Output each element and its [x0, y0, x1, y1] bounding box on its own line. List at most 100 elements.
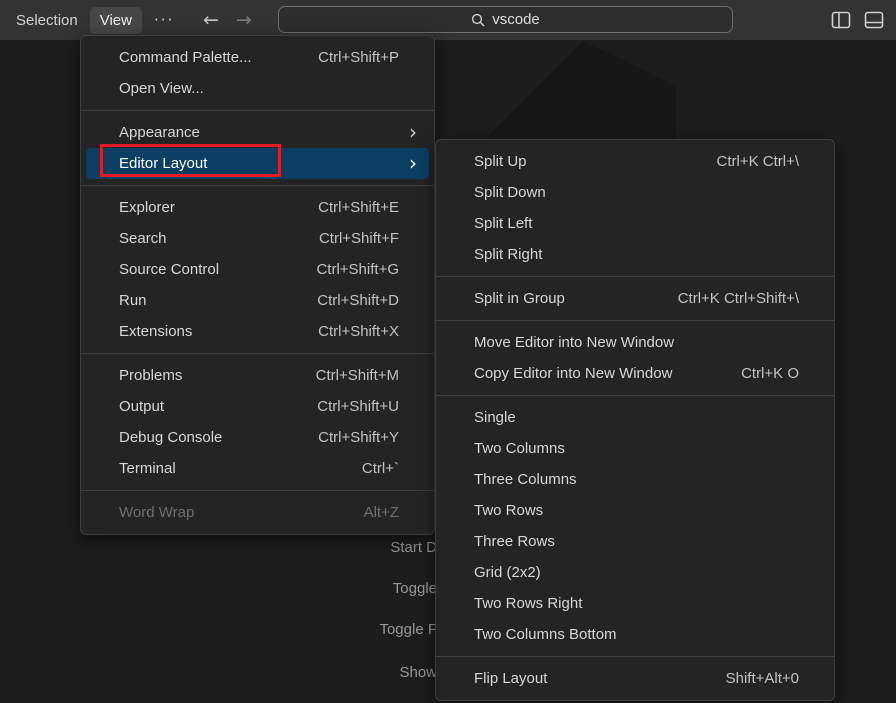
- menubar-item-view[interactable]: View: [90, 7, 142, 34]
- menu-item-label: Split Right: [474, 246, 799, 263]
- menu-item-output[interactable]: OutputCtrl+Shift+U: [86, 391, 429, 422]
- menu-item-shortcut: Ctrl+Shift+X: [318, 323, 399, 340]
- search-value: vscode: [492, 11, 540, 28]
- menu-item-label: Copy Editor into New Window: [474, 365, 741, 382]
- menubar-more-icon[interactable]: ···: [144, 6, 184, 34]
- view-menu: Command Palette...Ctrl+Shift+P Open View.…: [80, 35, 435, 535]
- window-layout-controls: [831, 0, 884, 40]
- menu-item-label: Two Columns: [474, 440, 799, 457]
- menu-item-label: Debug Console: [119, 429, 318, 446]
- menu-item-problems[interactable]: ProblemsCtrl+Shift+M: [86, 360, 429, 391]
- menu-item-label: Problems: [119, 367, 316, 384]
- menu-item-label: Split Down: [474, 184, 799, 201]
- menu-item-label: Editor Layout: [119, 155, 399, 172]
- menu-item-shortcut: Ctrl+K Ctrl+\: [716, 153, 799, 170]
- menu-item-label: Command Palette...: [119, 49, 318, 66]
- editor-layout-submenu: Split UpCtrl+K Ctrl+\ Split Down Split Lef…: [435, 139, 835, 701]
- menu-item-label: Move Editor into New Window: [474, 334, 799, 351]
- menu-separator: [81, 110, 434, 111]
- menu-item-word-wrap[interactable]: Word WrapAlt+Z: [86, 497, 429, 528]
- background-text-fragment: Start D: [390, 538, 437, 558]
- menu-item-label: Output: [119, 398, 317, 415]
- menu-item-search[interactable]: SearchCtrl+Shift+F: [86, 223, 429, 254]
- go-back-icon[interactable]: ←: [203, 9, 219, 31]
- chevron-right-icon: ›: [409, 151, 417, 175]
- menu-item-split-right[interactable]: Split Right: [441, 239, 829, 270]
- menu-item-label: Three Rows: [474, 533, 799, 550]
- search-icon: [471, 13, 485, 27]
- navigation-arrows: ← →: [203, 0, 252, 40]
- menu-item-split-down[interactable]: Split Down: [441, 177, 829, 208]
- chevron-right-icon: ›: [409, 120, 417, 144]
- menu-item-two-columns[interactable]: Two Columns: [441, 433, 829, 464]
- menu-item-run[interactable]: RunCtrl+Shift+D: [86, 285, 429, 316]
- menu-item-label: Open View...: [119, 80, 399, 97]
- menu-item-label: Split in Group: [474, 290, 678, 307]
- toggle-sidebar-icon[interactable]: [831, 10, 851, 30]
- menu-item-command-palette[interactable]: Command Palette...Ctrl+Shift+P: [86, 42, 429, 73]
- menu-item-label: Search: [119, 230, 319, 247]
- menu-item-explorer[interactable]: ExplorerCtrl+Shift+E: [86, 192, 429, 223]
- menu-separator: [436, 656, 834, 657]
- menu-item-shortcut: Ctrl+Shift+F: [319, 230, 399, 247]
- menu-item-split-left[interactable]: Split Left: [441, 208, 829, 239]
- menu-item-split-in-group[interactable]: Split in GroupCtrl+K Ctrl+Shift+\: [441, 283, 829, 314]
- titlebar: Selection View ··· ← → vscode: [0, 0, 896, 40]
- background-text-fragment: Toggle: [393, 579, 437, 599]
- menubar-item-selection[interactable]: Selection: [6, 7, 88, 34]
- menu-item-label: Two Columns Bottom: [474, 626, 799, 643]
- go-forward-icon[interactable]: →: [236, 9, 252, 31]
- menu-item-label: Terminal: [119, 460, 362, 477]
- menu-item-source-control[interactable]: Source ControlCtrl+Shift+G: [86, 254, 429, 285]
- menu-item-grid-2x2[interactable]: Grid (2x2): [441, 557, 829, 588]
- menu-item-split-up[interactable]: Split UpCtrl+K Ctrl+\: [441, 146, 829, 177]
- menu-item-label: Extensions: [119, 323, 318, 340]
- menu-item-shortcut: Ctrl+Shift+D: [317, 292, 399, 309]
- background-text-fragment: Toggle F: [379, 620, 437, 640]
- menu-item-appearance[interactable]: Appearance ›: [86, 117, 429, 148]
- menubar: Selection View ···: [6, 0, 184, 40]
- menu-item-label: Split Up: [474, 153, 716, 170]
- menu-item-two-columns-bottom[interactable]: Two Columns Bottom: [441, 619, 829, 650]
- command-center-search[interactable]: vscode: [278, 6, 733, 33]
- menu-separator: [81, 353, 434, 354]
- menu-item-editor-layout[interactable]: Editor Layout ›: [86, 148, 429, 179]
- menu-item-shortcut: Ctrl+Shift+P: [318, 49, 399, 66]
- menu-item-label: Flip Layout: [474, 670, 726, 687]
- menu-separator: [436, 276, 834, 277]
- menu-separator: [81, 185, 434, 186]
- menu-separator: [436, 395, 834, 396]
- menu-item-debug-console[interactable]: Debug ConsoleCtrl+Shift+Y: [86, 422, 429, 453]
- menu-item-label: Grid (2x2): [474, 564, 799, 581]
- menu-item-extensions[interactable]: ExtensionsCtrl+Shift+X: [86, 316, 429, 347]
- menu-item-three-rows[interactable]: Three Rows: [441, 526, 829, 557]
- menu-item-move-editor-into-new-window[interactable]: Move Editor into New Window: [441, 327, 829, 358]
- toggle-panel-icon[interactable]: [864, 10, 884, 30]
- menu-item-label: Source Control: [119, 261, 316, 278]
- menu-item-shortcut: Ctrl+Shift+U: [317, 398, 399, 415]
- menu-item-label: Appearance: [119, 124, 399, 141]
- menu-item-two-rows[interactable]: Two Rows: [441, 495, 829, 526]
- menu-item-shortcut: Ctrl+`: [362, 460, 399, 477]
- menu-item-shortcut: Ctrl+Shift+G: [316, 261, 399, 278]
- background-text-fragment: Show: [399, 663, 437, 683]
- menu-item-copy-editor-into-new-window[interactable]: Copy Editor into New WindowCtrl+K O: [441, 358, 829, 389]
- menu-item-open-view[interactable]: Open View...: [86, 73, 429, 104]
- menu-item-two-rows-right[interactable]: Two Rows Right: [441, 588, 829, 619]
- menu-separator: [436, 320, 834, 321]
- menu-item-shortcut: Ctrl+Shift+Y: [318, 429, 399, 446]
- menu-item-shortcut: Ctrl+Shift+M: [316, 367, 399, 384]
- menu-item-label: Explorer: [119, 199, 318, 216]
- menu-item-terminal[interactable]: TerminalCtrl+`: [86, 453, 429, 484]
- menu-item-label: Three Columns: [474, 471, 799, 488]
- menu-item-single[interactable]: Single: [441, 402, 829, 433]
- menu-item-shortcut: Alt+Z: [364, 504, 399, 521]
- menu-item-shortcut: Ctrl+K Ctrl+Shift+\: [678, 290, 799, 307]
- menu-separator: [81, 490, 434, 491]
- menu-item-label: Single: [474, 409, 799, 426]
- menu-item-label: Run: [119, 292, 317, 309]
- menu-item-shortcut: Ctrl+Shift+E: [318, 199, 399, 216]
- menu-item-three-columns[interactable]: Three Columns: [441, 464, 829, 495]
- menu-item-label: Split Left: [474, 215, 799, 232]
- menu-item-flip-layout[interactable]: Flip LayoutShift+Alt+0: [441, 663, 829, 694]
